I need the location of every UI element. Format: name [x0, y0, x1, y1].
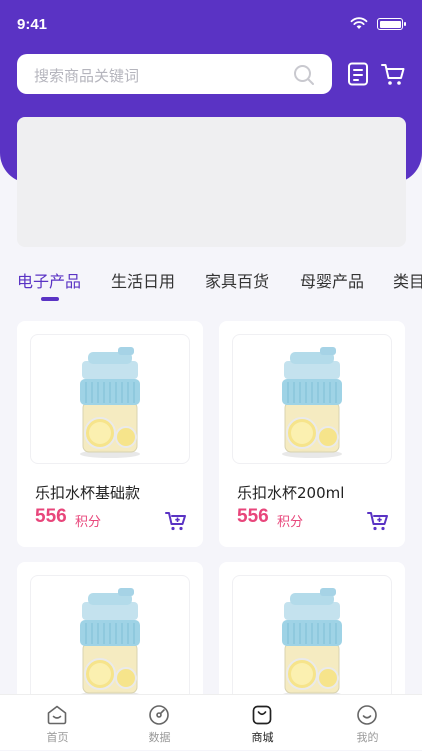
search-input[interactable]: 搜索商品关键词 [17, 54, 332, 94]
status-bar: 9:41 [0, 0, 422, 50]
price-unit: 积分 [277, 515, 304, 530]
nav-data[interactable]: 数据 [107, 695, 212, 751]
tab-electronics[interactable]: 电子产品 [17, 268, 81, 292]
orders-icon[interactable] [345, 61, 371, 87]
banner-placeholder[interactable] [17, 117, 406, 247]
search-placeholder: 搜索商品关键词 [34, 67, 140, 85]
add-to-cart-icon[interactable] [165, 511, 187, 531]
tab-more[interactable]: 类目 [393, 268, 422, 292]
product-image [232, 334, 392, 464]
product-image [30, 575, 190, 702]
tab-daily-life[interactable]: 生活日用 [111, 268, 175, 292]
product-image [232, 575, 392, 702]
product-card[interactable] [219, 562, 405, 702]
search-icon[interactable] [292, 63, 316, 87]
nav-profile[interactable]: 我的 [315, 695, 420, 751]
mall-icon [252, 705, 272, 725]
product-name: 乐扣水杯200ml [237, 484, 345, 502]
nav-data-label: 数据 [148, 731, 171, 744]
profile-icon [357, 705, 377, 725]
wifi-icon [350, 17, 368, 29]
nav-mall-label: 商城 [251, 731, 274, 744]
cart-icon[interactable] [380, 61, 406, 87]
add-to-cart-icon[interactable] [367, 511, 389, 531]
product-card[interactable] [17, 562, 203, 702]
tab-indicator [41, 297, 59, 301]
tab-furniture[interactable]: 家具百货 [205, 268, 269, 292]
price-unit: 积分 [75, 515, 102, 530]
product-card[interactable]: 乐扣水杯200ml 556 积分 [219, 321, 405, 547]
product-price: 556 [237, 506, 269, 527]
nav-home[interactable]: 首页 [5, 695, 110, 751]
category-tabs: 电子产品 生活日用 家具百货 母婴产品 类目 [0, 262, 422, 306]
home-icon [47, 705, 67, 725]
product-image [30, 334, 190, 464]
nav-profile-label: 我的 [356, 731, 379, 744]
data-icon [149, 705, 169, 725]
product-price: 556 [35, 506, 67, 527]
nav-home-label: 首页 [46, 731, 69, 744]
nav-mall[interactable]: 商城 [210, 695, 315, 751]
tab-baby[interactable]: 母婴产品 [300, 268, 364, 292]
battery-icon [377, 18, 406, 30]
product-name: 乐扣水杯基础款 [35, 484, 141, 502]
bottom-nav: 首页 数据 商城 我的 [0, 694, 422, 750]
status-time: 9:41 [17, 16, 48, 33]
product-card[interactable]: 乐扣水杯基础款 556 积分 [17, 321, 203, 547]
